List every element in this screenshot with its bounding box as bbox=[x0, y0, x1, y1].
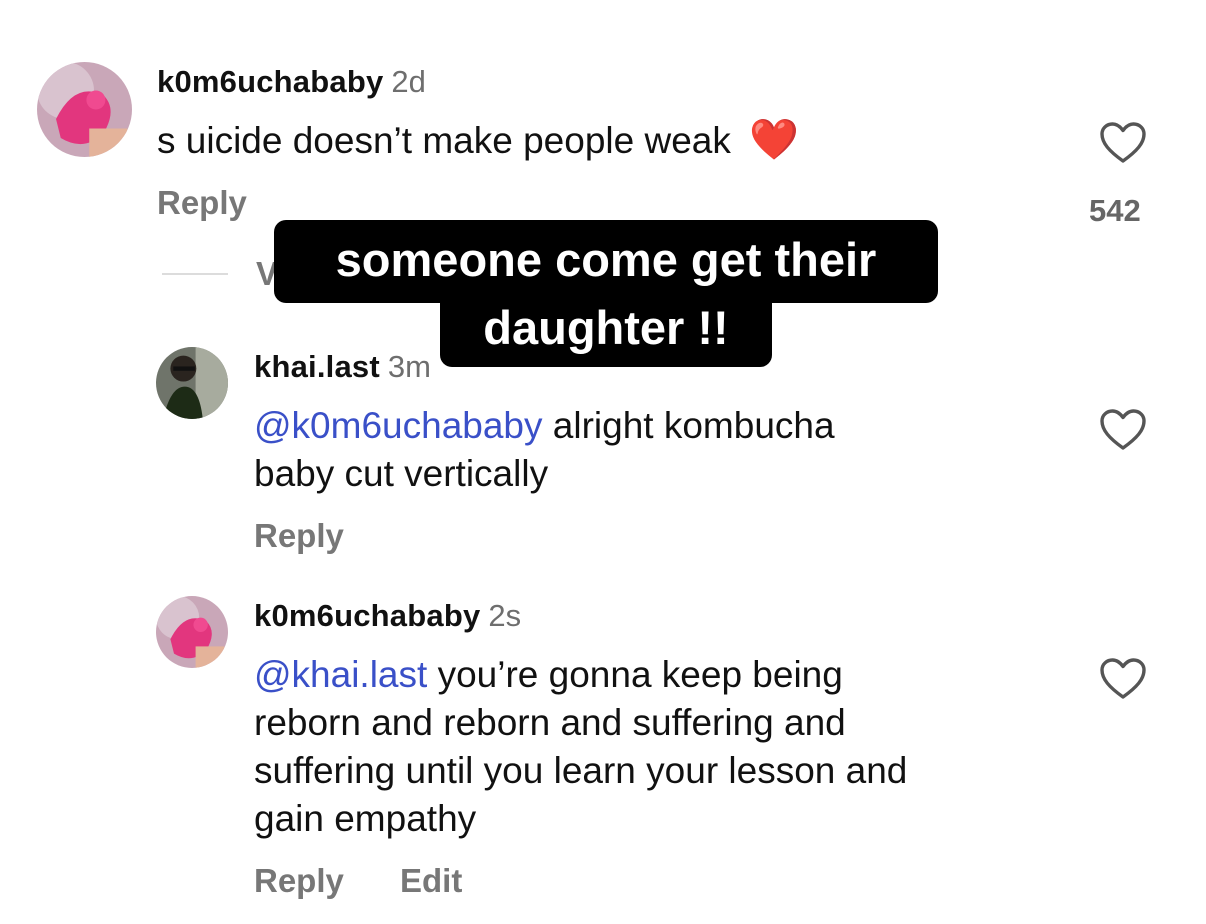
comment-body: suffering until you learn your lesson an… bbox=[254, 750, 908, 791]
comment-body: you’re gonna keep being bbox=[427, 654, 843, 695]
comment-header: khai.last 3m bbox=[254, 349, 431, 385]
comment-body: gain empathy bbox=[254, 798, 477, 839]
reply-button[interactable]: Reply bbox=[157, 184, 247, 222]
username[interactable]: k0m6uchababy bbox=[157, 64, 383, 99]
comment-body: baby cut vertically bbox=[254, 453, 549, 494]
comment-body: s uicide doesn’t make people weak bbox=[157, 120, 731, 161]
comment-text: s uicide doesn’t make people weak ❤️ bbox=[157, 116, 799, 165]
timestamp: 2s bbox=[488, 598, 522, 633]
heart-outline-icon[interactable] bbox=[1099, 121, 1147, 165]
red-heart-emoji: ❤️ bbox=[749, 117, 799, 163]
edit-button[interactable]: Edit bbox=[400, 862, 462, 900]
mention-link[interactable]: @khai.last bbox=[254, 654, 427, 695]
timestamp: 3m bbox=[387, 349, 431, 384]
comment-header: k0m6uchababy 2d bbox=[157, 64, 426, 100]
comment-text: @khai.last you’re gonna keep being rebor… bbox=[254, 651, 907, 843]
reply-button[interactable]: Reply bbox=[254, 517, 344, 555]
reply-button[interactable]: Reply bbox=[254, 862, 344, 900]
comment-header: k0m6uchababy 2s bbox=[254, 598, 521, 634]
comment-body: reborn and reborn and suffering and bbox=[254, 702, 846, 743]
comment-text: @k0m6uchababy alright kombucha baby cut … bbox=[254, 402, 835, 498]
like-count: 542 bbox=[1089, 193, 1141, 228]
username[interactable]: k0m6uchababy bbox=[254, 598, 480, 633]
timestamp: 2d bbox=[391, 64, 426, 99]
avatar[interactable] bbox=[156, 596, 228, 668]
caption-line-1: someone come get their bbox=[274, 220, 938, 303]
caption-line-2: daughter !! bbox=[440, 297, 772, 367]
heart-outline-icon[interactable] bbox=[1099, 408, 1147, 452]
heart-outline-icon[interactable] bbox=[1099, 657, 1147, 701]
avatar[interactable] bbox=[156, 347, 228, 419]
thread-line bbox=[162, 273, 228, 275]
mention-link[interactable]: @k0m6uchababy bbox=[254, 405, 543, 446]
comment-body: alright kombucha bbox=[542, 405, 835, 446]
avatar[interactable] bbox=[37, 62, 132, 157]
username[interactable]: khai.last bbox=[254, 349, 380, 384]
